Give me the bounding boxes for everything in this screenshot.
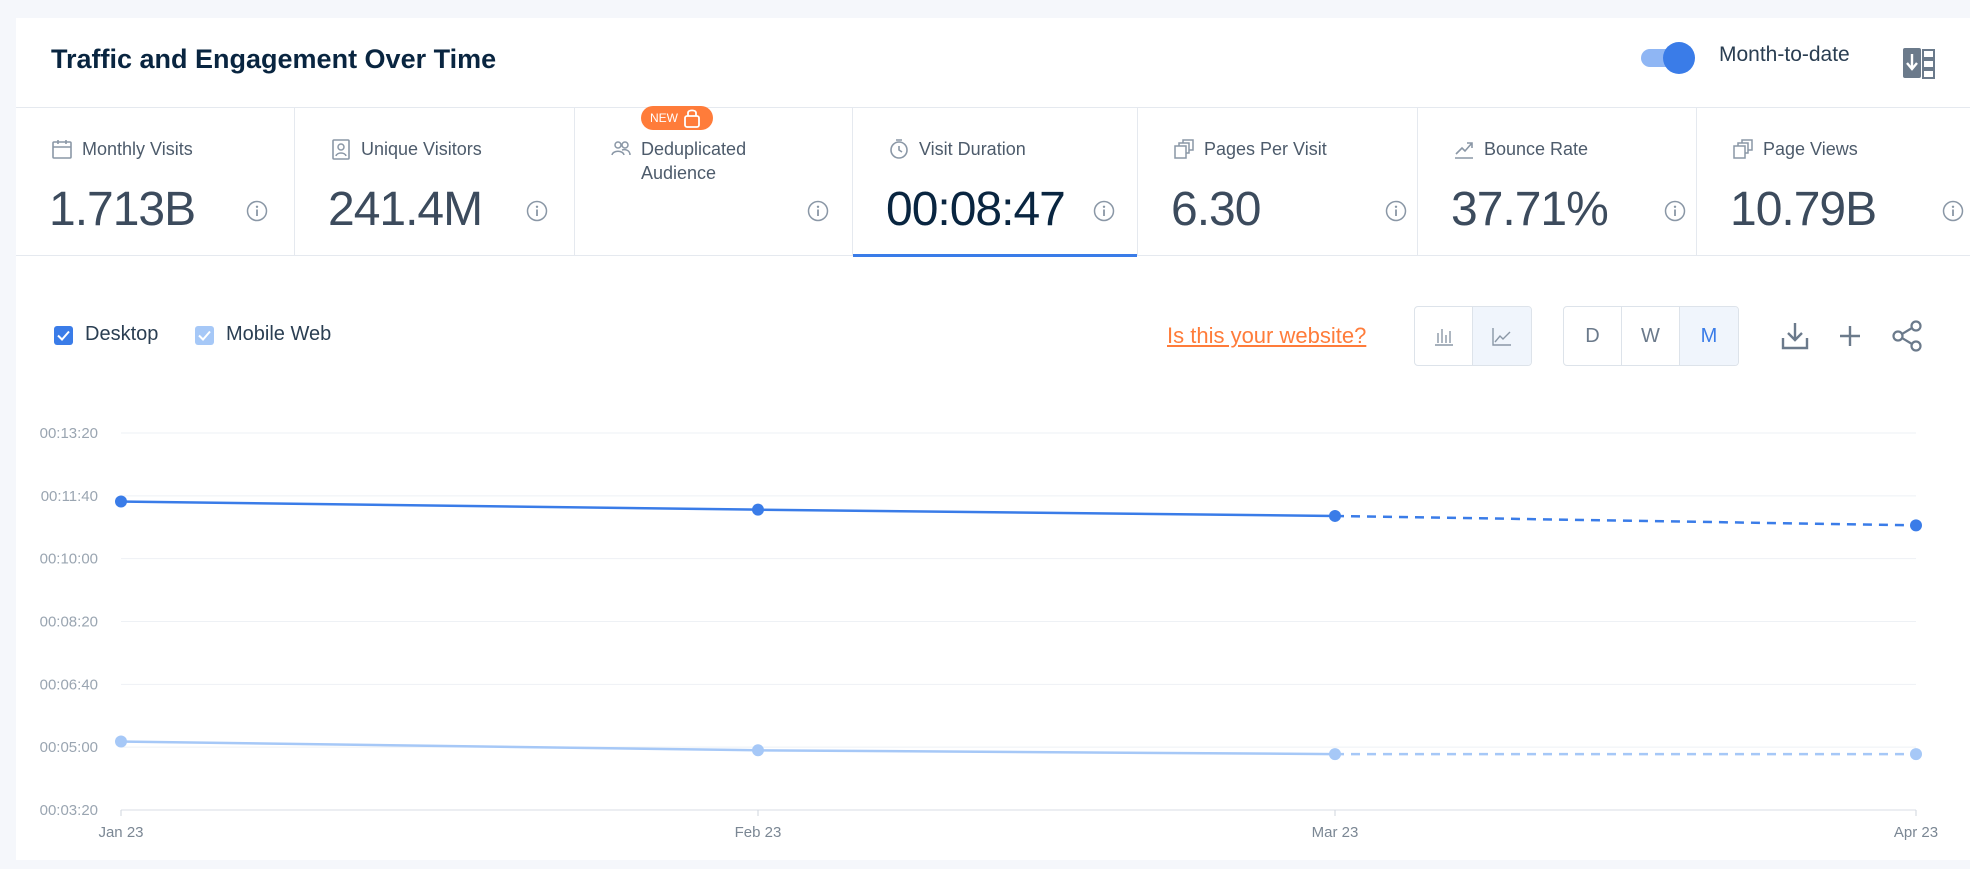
info-icon[interactable] — [807, 200, 829, 222]
mobile-web-data-point — [115, 735, 127, 748]
metric-label: Unique Visitors — [361, 139, 482, 159]
metric-pages-per-visit[interactable]: Pages Per Visit 6.30 — [1138, 108, 1418, 256]
metric-value: 1.713B — [49, 183, 196, 236]
visit-duration-line-chart: 00:03:20 00:05:00 00:06:40 00:08:20 00:10:00… — [40, 425, 1938, 841]
page-title: Traffic and Engagement Over Time — [51, 44, 497, 74]
card-header: Traffic and Engagement Over Time Month-t… — [16, 18, 1970, 108]
desktop-data-point — [1910, 519, 1922, 532]
metric-label: Visit Duration — [919, 139, 1026, 159]
desktop-data-point — [752, 503, 764, 516]
lock-icon — [684, 109, 700, 128]
x-tick-label: Jan 23 — [98, 824, 143, 841]
metric-value: 241.4M — [328, 183, 483, 236]
user-card-icon — [330, 138, 352, 160]
granularity-switch: D W M — [1563, 306, 1739, 366]
y-tick-label: 00:03:20 — [40, 802, 98, 819]
metric-page-views[interactable]: Page Views 10.79B — [1697, 108, 1970, 256]
checkbox-checked-icon[interactable] — [54, 326, 73, 345]
chart-type-switch — [1414, 306, 1532, 366]
metric-deduplicated-audience[interactable]: Deduplicated Audience — [575, 108, 853, 256]
toggle-knob — [1663, 42, 1695, 74]
pages-icon — [1732, 138, 1754, 160]
x-tick-label: Mar 23 — [1312, 824, 1359, 841]
metric-value: 10.79B — [1730, 183, 1877, 236]
metric-label: Bounce Rate — [1484, 139, 1589, 159]
metrics-row: Monthly Visits 1.713B Unique Visitors 24… — [16, 108, 1970, 257]
pages-icon — [1173, 138, 1195, 160]
month-to-date-label: Month-to-date — [1719, 43, 1850, 66]
info-icon[interactable] — [1093, 200, 1115, 222]
metric-bounce-rate[interactable]: Bounce Rate 37.71% — [1418, 108, 1697, 256]
line-chart-icon — [1492, 328, 1511, 346]
metric-visit-duration[interactable]: Visit Duration 00:08:47 — [853, 108, 1138, 257]
download-icon[interactable] — [1777, 318, 1813, 354]
calendar-icon — [51, 138, 73, 160]
users-icon — [610, 138, 632, 160]
checkbox-checked-icon[interactable] — [195, 326, 214, 345]
share-icon[interactable] — [1889, 318, 1925, 354]
line-chart-button[interactable] — [1473, 307, 1531, 365]
x-tick-label: Apr 23 — [1894, 824, 1938, 841]
info-icon[interactable] — [246, 200, 268, 222]
metric-unique-visitors[interactable]: Unique Visitors 241.4M — [295, 108, 575, 256]
excel-export-icon[interactable] — [1901, 46, 1937, 82]
desktop-data-point — [1329, 509, 1341, 522]
desktop-series-projection — [1334, 514, 1917, 527]
y-tick-label: 00:05:00 — [40, 739, 98, 756]
granularity-weekly-button[interactable]: W — [1622, 307, 1680, 365]
new-badge-label: NEW — [650, 111, 678, 125]
info-icon[interactable] — [1664, 200, 1686, 222]
metric-label: Pages Per Visit — [1204, 139, 1327, 159]
add-icon[interactable] — [1832, 318, 1868, 354]
month-to-date-toggle[interactable] — [1639, 42, 1695, 74]
y-tick-label: 00:10:00 — [40, 551, 98, 568]
metric-monthly-visits[interactable]: Monthly Visits 1.713B — [16, 108, 295, 256]
desktop-data-point — [115, 495, 127, 508]
info-icon[interactable] — [1385, 200, 1407, 222]
x-tick-label: Feb 23 — [735, 824, 782, 841]
chart-controls: Desktop Mobile Web Is this your website?… — [16, 306, 1970, 366]
bar-chart-icon — [1434, 329, 1453, 346]
new-badge: NEW — [641, 106, 713, 130]
info-icon[interactable] — [526, 200, 548, 222]
mobile-web-data-point — [1329, 748, 1341, 761]
metric-value: 6.30 — [1171, 183, 1261, 236]
metric-label: Deduplicated Audience — [641, 139, 747, 183]
desktop-series-line — [120, 500, 1336, 518]
y-tick-label: 00:08:20 — [40, 614, 98, 631]
mobile-web-data-point — [1910, 748, 1922, 761]
granularity-monthly-button[interactable]: M — [1680, 307, 1738, 365]
traffic-engagement-card: Traffic and Engagement Over Time Month-t… — [16, 18, 1970, 860]
legend-label: Desktop — [85, 323, 159, 345]
metric-label: Monthly Visits — [82, 139, 193, 159]
y-tick-label: 00:13:20 — [40, 425, 98, 442]
bar-chart-button[interactable] — [1415, 307, 1473, 365]
trend-icon — [1453, 138, 1475, 160]
metric-value: 37.71% — [1451, 183, 1609, 236]
is-this-your-website-link[interactable]: Is this your website? — [1167, 323, 1366, 349]
granularity-daily-button[interactable]: D — [1564, 307, 1622, 365]
metric-value: 00:08:47 — [886, 183, 1066, 236]
mobile-web-series-line — [120, 740, 1336, 756]
metric-label: Page Views — [1763, 139, 1858, 159]
y-tick-label: 00:06:40 — [40, 676, 98, 693]
y-tick-label: 00:11:40 — [41, 488, 98, 505]
mobile-web-data-point — [752, 744, 764, 757]
info-icon[interactable] — [1942, 200, 1964, 222]
legend-label: Mobile Web — [226, 323, 332, 345]
stopwatch-icon — [888, 138, 910, 160]
